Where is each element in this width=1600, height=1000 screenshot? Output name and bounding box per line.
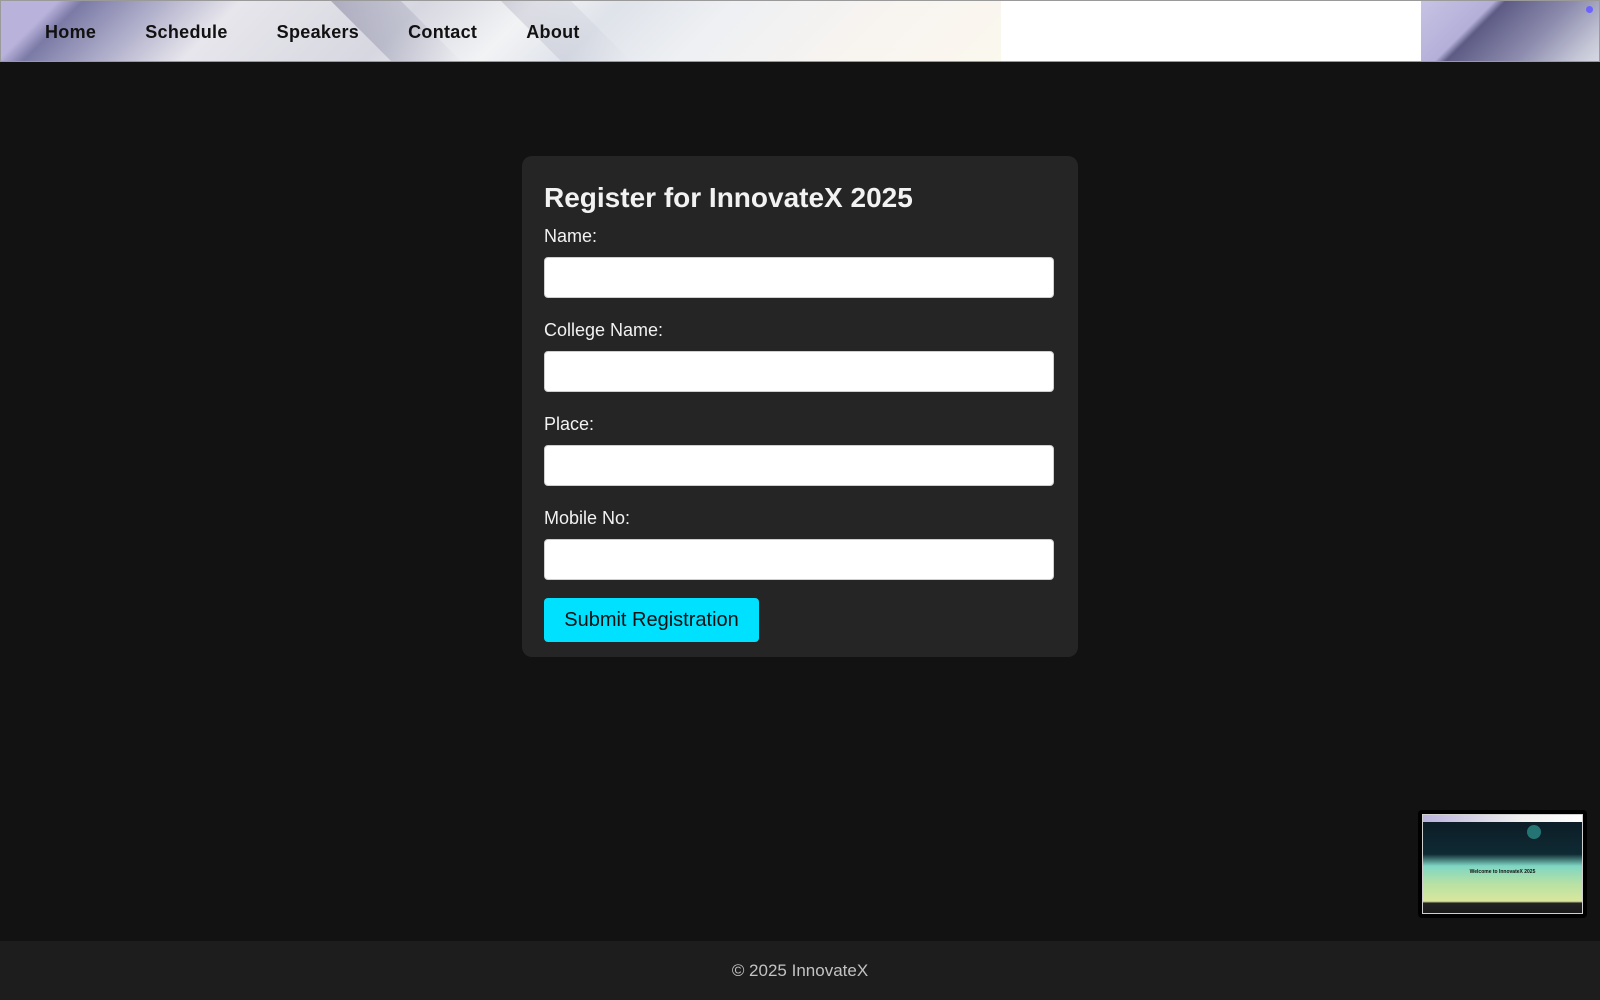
preview-title: Welcome to InnovateX 2025: [1469, 869, 1536, 875]
nav-item-about[interactable]: About: [526, 22, 579, 43]
preview-screen: Welcome to InnovateX 2025: [1422, 814, 1583, 914]
college-name-input[interactable]: [544, 351, 1054, 392]
nav-links: Home Schedule Speakers Contact About: [45, 1, 629, 61]
footer-copyright: © 2025 InnovateX: [731, 960, 869, 980]
submit-registration-button[interactable]: Submit Registration: [544, 598, 759, 642]
preview-orb: [1527, 825, 1541, 839]
page-preview-thumbnail[interactable]: Welcome to InnovateX 2025: [1418, 810, 1587, 918]
registration-card: Register for InnovateX 2025 Name: Colleg…: [522, 156, 1078, 657]
place-input[interactable]: [544, 445, 1054, 486]
navbar-corner-decoration: [1421, 1, 1599, 61]
name-input[interactable]: [544, 257, 1054, 298]
college-name-label: College Name:: [544, 320, 664, 340]
name-label: Name:: [544, 226, 598, 246]
mobile-no-label: Mobile No:: [544, 508, 631, 528]
preview-navbar: [1423, 815, 1582, 822]
nav-item-contact[interactable]: Contact: [408, 22, 477, 43]
nav-item-speakers[interactable]: Speakers: [277, 22, 359, 43]
nav-item-home[interactable]: Home: [45, 22, 96, 43]
nav-item-schedule[interactable]: Schedule: [145, 22, 227, 43]
place-label: Place:: [544, 414, 595, 434]
mobile-no-input[interactable]: [544, 539, 1054, 580]
footer: © 2025 InnovateX: [0, 941, 1600, 1000]
form-title: Register for InnovateX 2025: [544, 182, 913, 213]
top-navbar: Home Schedule Speakers Contact About: [0, 0, 1600, 62]
corner-dot-icon: [1586, 6, 1593, 13]
